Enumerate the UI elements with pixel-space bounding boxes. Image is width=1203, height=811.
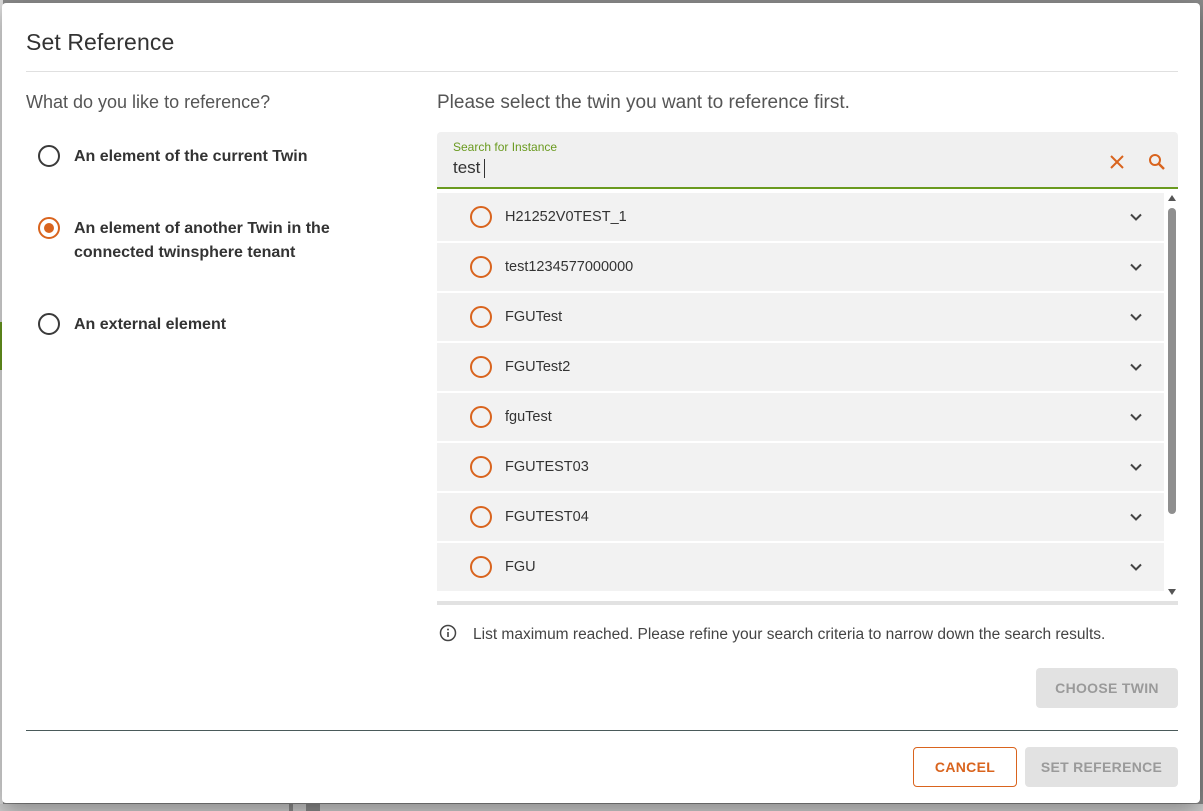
chevron-down-icon[interactable] [1128, 509, 1144, 525]
item-label: FGUTEST04 [505, 509, 589, 525]
list-limit-message: List maximum reached. Please refine your… [473, 626, 1106, 643]
item-label: FGUTest2 [505, 359, 571, 375]
option-external-element[interactable]: An external element [38, 313, 344, 337]
text-caret [484, 159, 485, 178]
radio-external-element[interactable] [38, 313, 60, 335]
set-reference-button[interactable]: SET REFERENCE [1025, 747, 1178, 787]
item-label: FGUTest [505, 309, 563, 325]
list-item[interactable]: fguTest [437, 393, 1164, 441]
cancel-button[interactable]: CANCEL [913, 747, 1017, 787]
scroll-up-arrow-icon[interactable] [1168, 195, 1176, 201]
chevron-down-icon[interactable] [1128, 409, 1144, 425]
chevron-down-icon[interactable] [1128, 209, 1144, 225]
radio-current-twin[interactable] [38, 145, 60, 167]
twin-list: H21252V0TEST_1 test1234577000000 FGUTest… [437, 193, 1164, 594]
option-current-twin[interactable]: An element of the current Twin [38, 145, 344, 169]
item-radio[interactable] [470, 356, 492, 378]
item-radio[interactable] [470, 256, 492, 278]
set-reference-dialog: Set Reference What do you like to refere… [2, 3, 1200, 803]
close-icon[interactable] [1107, 152, 1127, 172]
list-bottom-divider [437, 601, 1178, 605]
option-external-element-label: An external element [74, 316, 227, 333]
chevron-down-icon[interactable] [1128, 359, 1144, 375]
chevron-down-icon[interactable] [1128, 459, 1144, 475]
reference-type-heading: What do you like to reference? [26, 92, 271, 112]
list-item[interactable]: FGUTest [437, 293, 1164, 341]
search-label: Search for Instance [453, 140, 558, 154]
chevron-down-icon[interactable] [1128, 309, 1144, 325]
list-scrollbar[interactable] [1165, 193, 1179, 599]
chevron-down-icon[interactable] [1128, 559, 1144, 575]
backdrop-bottom [0, 804, 1203, 811]
option-another-twin[interactable]: An element of another Twin in the connec… [38, 217, 344, 265]
radio-another-twin[interactable] [38, 217, 60, 239]
item-label: H21252V0TEST_1 [505, 209, 627, 225]
scroll-down-arrow-icon[interactable] [1168, 589, 1176, 595]
title-divider [26, 71, 1178, 72]
list-item[interactable]: FGUTEST03 [437, 443, 1164, 491]
list-item[interactable]: FGU [437, 543, 1164, 591]
option-another-twin-label: An element of another Twin in the connec… [74, 220, 330, 261]
item-label: FGUTEST03 [505, 459, 589, 475]
item-radio[interactable] [470, 556, 492, 578]
item-radio[interactable] [470, 506, 492, 528]
info-icon [439, 624, 457, 642]
option-current-twin-label: An element of the current Twin [74, 148, 308, 165]
choose-twin-button[interactable]: CHOOSE TWIN [1036, 668, 1178, 708]
item-radio[interactable] [470, 406, 492, 428]
item-radio[interactable] [470, 306, 492, 328]
item-label: test1234577000000 [505, 259, 634, 275]
list-item[interactable]: H21252V0TEST_1 [437, 193, 1164, 241]
scroll-thumb[interactable] [1168, 208, 1176, 514]
item-label: fguTest [505, 409, 552, 425]
list-item[interactable]: test1234577000000 [437, 243, 1164, 291]
chevron-down-icon[interactable] [1128, 259, 1144, 275]
search-icon[interactable] [1147, 152, 1167, 172]
search-field[interactable]: Search for Instance [437, 132, 1178, 189]
list-item[interactable]: FGUTEST04 [437, 493, 1164, 541]
search-input[interactable] [453, 156, 1073, 180]
item-radio[interactable] [470, 456, 492, 478]
item-label: FGU [505, 559, 536, 575]
footer-divider [26, 730, 1178, 731]
twin-select-heading: Please select the twin you want to refer… [437, 92, 850, 113]
item-radio[interactable] [470, 206, 492, 228]
list-item[interactable]: FGUTest2 [437, 343, 1164, 391]
dialog-title: Set Reference [26, 29, 175, 55]
